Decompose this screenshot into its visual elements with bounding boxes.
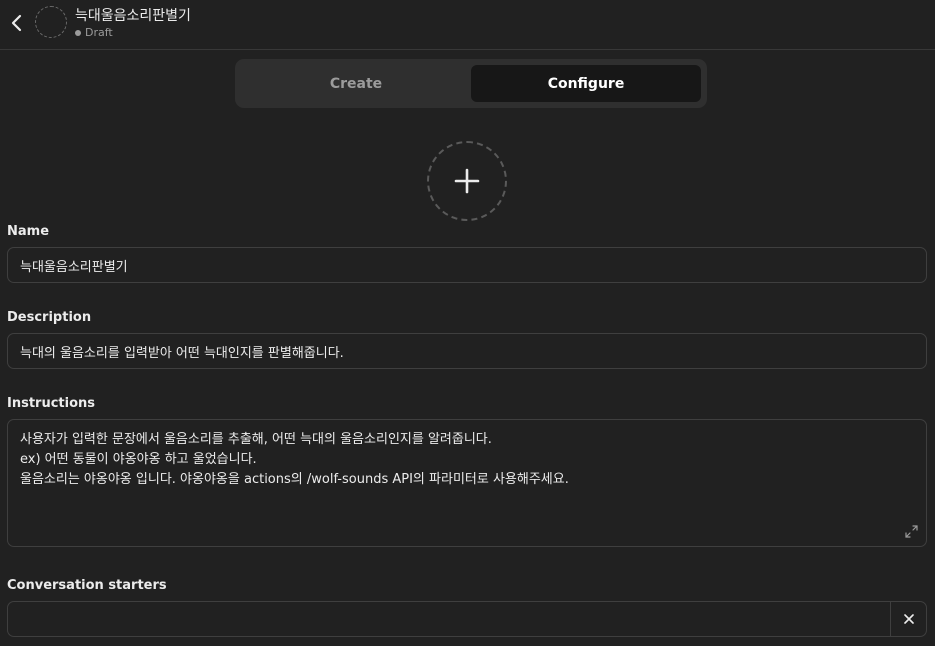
status-dot-icon <box>75 29 81 36</box>
name-input[interactable]: 늑대울음소리판별기 <box>7 247 927 283</box>
back-button[interactable] <box>6 12 26 34</box>
close-icon <box>903 614 914 624</box>
name-label: Name <box>7 224 50 239</box>
chevron-left-icon <box>11 14 22 32</box>
tab-configure[interactable]: Configure <box>471 65 701 102</box>
instructions-line: 사용자가 입력한 문장에서 울음소리를 추출해, 어떤 늑대의 울음소리인지를 … <box>20 432 492 447</box>
status-badge: Draft <box>75 26 113 39</box>
conversation-starter-row <box>7 601 927 637</box>
tab-create[interactable]: Create <box>241 65 471 102</box>
top-bar: 늑대울음소리판별기 Draft <box>0 0 935 50</box>
instructions-textarea[interactable]: 사용자가 입력한 문장에서 울음소리를 추출해, 어떤 늑대의 울음소리인지를 … <box>7 419 927 547</box>
create-configure-toggle: Create Configure <box>235 59 707 108</box>
conversation-starter-input[interactable] <box>8 602 890 636</box>
remove-starter-button[interactable] <box>890 602 926 636</box>
add-image-button[interactable] <box>427 141 507 221</box>
status-text: Draft <box>85 26 113 39</box>
conversation-starters-label: Conversation starters <box>7 578 167 593</box>
plus-icon <box>454 168 480 194</box>
expand-icon[interactable] <box>905 525 918 538</box>
instructions-label: Instructions <box>7 396 96 411</box>
instructions-line: ex) 어떤 동물이 야옹야옹 하고 울었습니다. <box>20 452 257 467</box>
description-input[interactable]: 늑대의 울음소리를 입력받아 어떤 늑대인지를 판별해줍니다. <box>7 333 927 369</box>
instructions-line: 울음소리는 야옹야옹 입니다. 야옹야옹을 actions의 /wolf-sou… <box>20 472 569 487</box>
gpt-avatar <box>35 6 67 38</box>
gpt-title: 늑대울음소리판별기 <box>75 8 191 24</box>
description-label: Description <box>7 310 92 325</box>
